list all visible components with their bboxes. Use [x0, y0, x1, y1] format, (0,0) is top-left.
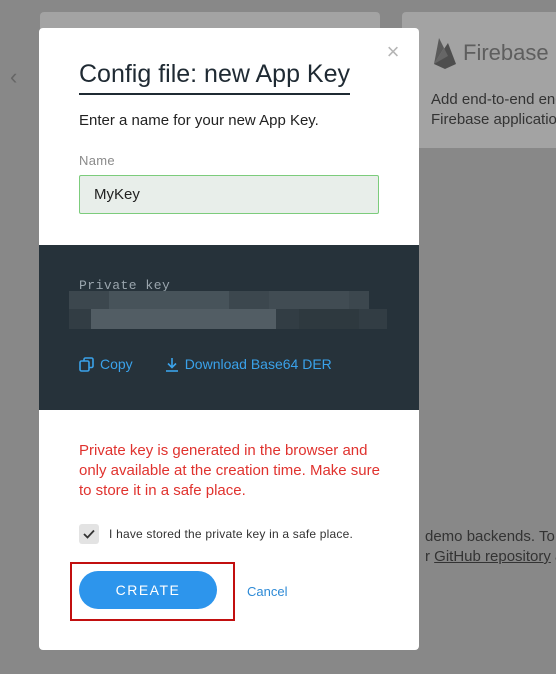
- download-button[interactable]: Download Base64 DER: [165, 356, 332, 372]
- cancel-button[interactable]: Cancel: [247, 584, 287, 599]
- new-app-key-dialog: × Config file: new App Key Enter a name …: [39, 28, 419, 650]
- checkmark-icon: [83, 529, 95, 539]
- github-repository-link: GitHub repository: [434, 548, 551, 565]
- confirm-checkbox[interactable]: [79, 524, 99, 544]
- download-icon: [165, 357, 178, 372]
- firebase-description: Add end-to-end enc Firebase application: [431, 91, 556, 128]
- create-button[interactable]: CREATE: [79, 571, 217, 609]
- confirm-label: I have stored the private key in a safe …: [109, 527, 354, 541]
- firebase-title: Firebase: [463, 40, 549, 65]
- chevron-left-icon: ‹: [10, 64, 18, 89]
- copy-label: Copy: [100, 356, 133, 372]
- background-text: demo backends. To c r GitHub repository …: [425, 528, 556, 565]
- copy-button[interactable]: Copy: [79, 356, 133, 372]
- confirm-row: I have stored the private key in a safe …: [79, 524, 353, 544]
- close-icon[interactable]: ×: [383, 41, 403, 63]
- dialog-title: Config file: new App Key: [79, 60, 350, 95]
- private-key-panel: Private key Copy Download Base64 DER: [39, 245, 419, 410]
- name-label: Name: [79, 153, 115, 168]
- name-input[interactable]: [79, 175, 379, 214]
- download-label: Download Base64 DER: [184, 356, 332, 372]
- dialog-subtitle: Enter a name for your new App Key.: [79, 112, 319, 129]
- copy-icon: [79, 356, 94, 372]
- private-key-value-redacted: [69, 291, 387, 329]
- firebase-logo-icon: [434, 38, 456, 69]
- private-key-warning: Private key is generated in the browser …: [79, 442, 380, 499]
